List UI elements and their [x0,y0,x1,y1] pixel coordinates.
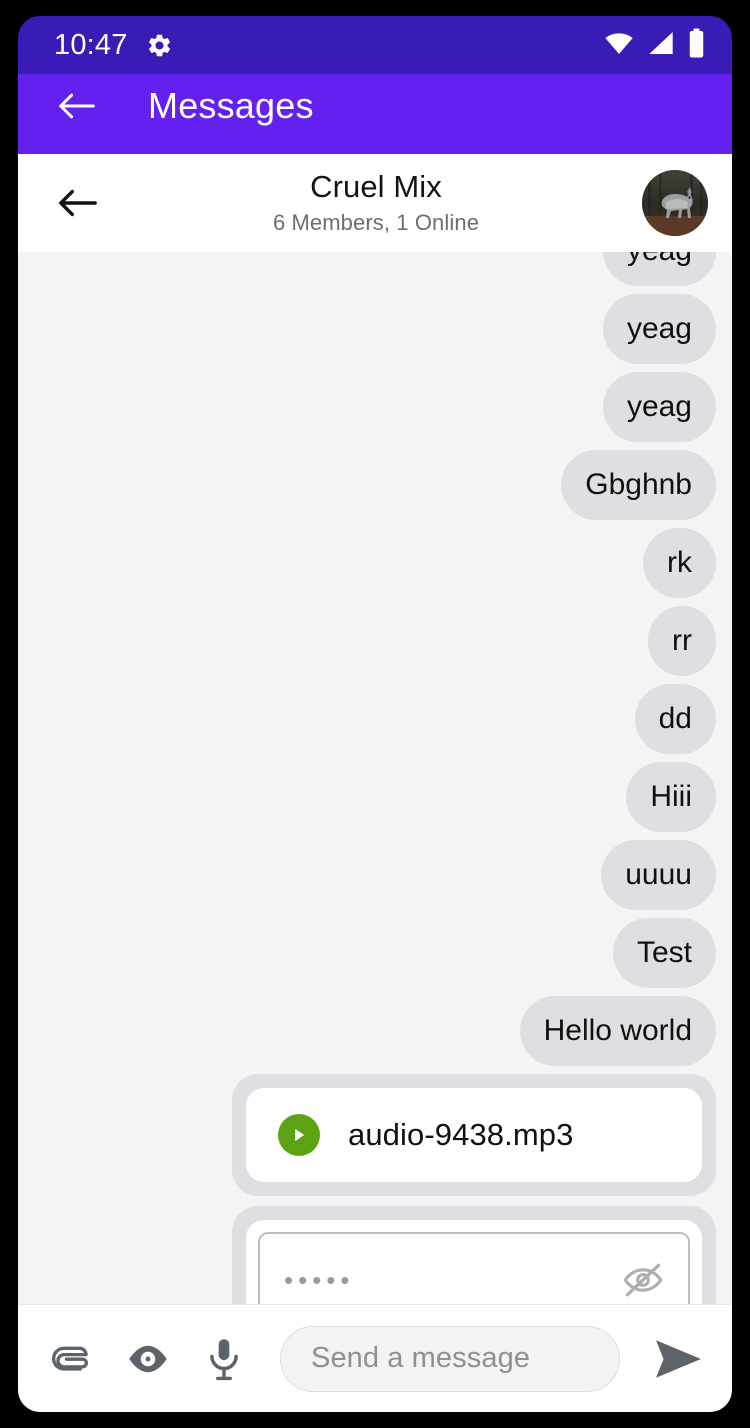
message-bubble[interactable]: Hello world [519,996,716,1066]
message-row: Hello world [34,996,716,1066]
message-bubble[interactable]: yeag [602,294,716,364]
gear-icon [146,32,173,59]
message-list[interactable]: yeag yeag yeag Gbghnb rk rr dd Hiii uuuu… [18,252,732,1304]
status-bar-left: 10:47 [54,29,173,62]
chat-header: Cruel Mix 6 Members, 1 Online [18,154,732,252]
message-row: Gbghnb [34,450,716,520]
microphone-icon[interactable] [198,1333,250,1385]
wolf-avatar-image [642,170,708,236]
message-row: uuuu [34,840,716,910]
phone-screen: 10:47 Messages Cruel Mix 6 Members, 1 On… [0,0,750,1428]
chat-back-button[interactable] [52,177,104,229]
status-clock: 10:47 [54,28,128,61]
app-bar-back-button[interactable] [54,83,100,129]
message-bubble[interactable]: rr [648,606,716,676]
composer-bar: Send a message [18,1304,732,1412]
conversation-subtitle: 6 Members, 1 Online [272,209,480,235]
message-bubble[interactable]: yeag [602,372,716,442]
password-attachment-bubble: ••••• [232,1206,716,1304]
status-bar-right [603,28,706,63]
message-input[interactable]: Send a message [280,1325,620,1392]
eye-icon[interactable] [122,1333,174,1385]
message-bubble[interactable]: dd [634,684,716,754]
message-row: dd [34,684,716,754]
eye-off-icon[interactable] [622,1263,664,1297]
password-masked-value: ••••• [284,1265,355,1295]
message-row: Hiii [34,762,716,832]
message-bubble[interactable]: Gbghnb [561,450,716,520]
cellular-signal-icon [646,30,676,61]
audio-attachment-bubble: audio-9438.mp3 [232,1074,716,1196]
message-bubble[interactable]: Hiii [626,762,716,832]
audio-filename: audio-9438.mp3 [348,1117,574,1152]
paperclip-icon[interactable] [46,1333,98,1385]
message-bubble[interactable]: uuuu [601,840,716,910]
message-row: yeag [34,252,716,286]
conversation-title: Cruel Mix [310,169,442,205]
wifi-icon [603,30,635,61]
message-row: rr [34,606,716,676]
password-attachment-card: ••••• [246,1220,702,1304]
status-bar: 10:47 [18,16,732,74]
message-row: rk [34,528,716,598]
avatar[interactable] [642,170,708,236]
message-bubble[interactable]: rk [643,528,716,598]
chat-header-text[interactable]: Cruel Mix 6 Members, 1 Online [104,169,642,236]
play-icon[interactable] [278,1114,320,1156]
message-bubble[interactable]: yeag [602,252,716,286]
message-row: Test [34,918,716,988]
message-row: yeag [34,294,716,364]
password-input[interactable]: ••••• [258,1232,690,1304]
message-bubble[interactable]: Test [612,918,716,988]
audio-attachment-card[interactable]: audio-9438.mp3 [246,1088,702,1182]
message-input-placeholder: Send a message [311,1342,531,1374]
send-button[interactable] [650,1331,706,1387]
page-title: Messages [148,85,314,126]
battery-icon [687,28,706,63]
message-row: yeag [34,372,716,442]
